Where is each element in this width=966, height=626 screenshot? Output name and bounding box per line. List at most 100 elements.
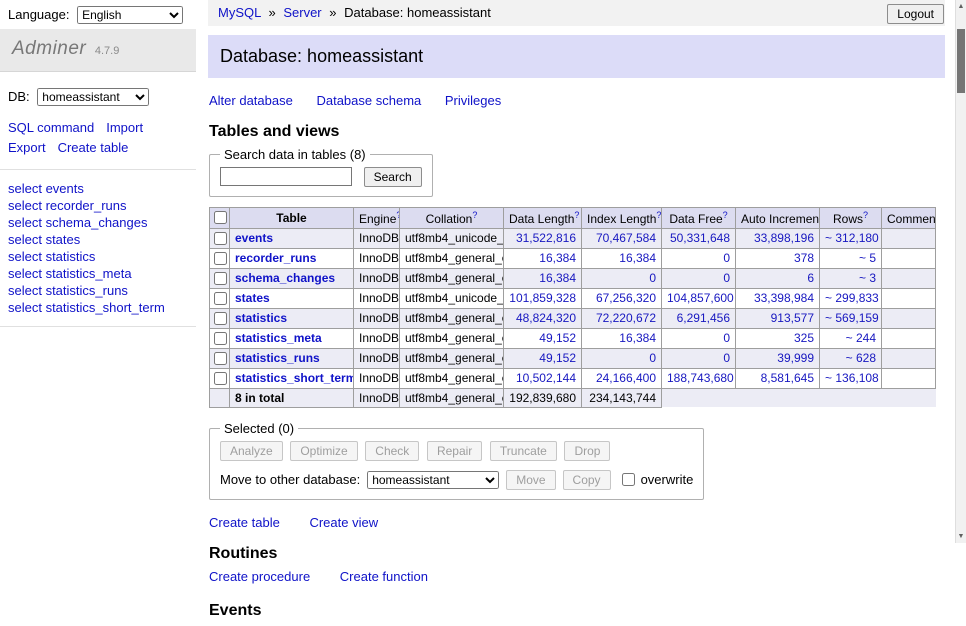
sidebar-item-statistics-short-term[interactable]: select statistics_short_term [8,299,188,316]
privileges-link[interactable]: Privileges [445,93,501,108]
comment-cell [882,308,936,328]
sidebar-item-statistics-runs[interactable]: select statistics_runs [8,282,188,299]
overwrite-checkbox[interactable] [622,473,635,486]
breadcrumb-mysql-link[interactable]: MySQL [218,5,261,20]
import-link[interactable]: Import [106,120,143,135]
table-link[interactable]: statistics_meta [235,331,322,345]
table-row: recorder_runs InnoDB utf8mb4_general_ci … [210,248,936,268]
routine-links: Create procedure Create function [209,569,945,584]
overwrite-label[interactable]: overwrite [618,470,694,489]
db-select[interactable]: homeassistant [37,88,149,106]
scroll-down-arrow[interactable]: ▼ [956,530,966,543]
create-table-link-side[interactable]: Create table [58,140,129,155]
table-link[interactable]: statistics [235,311,287,325]
auto-increment-cell: 325 [736,328,820,348]
language-select[interactable]: English [77,6,183,24]
data-length-cell: 48,824,320 [504,308,582,328]
app-logo: Adminer [12,38,86,59]
table-link[interactable]: statistics_runs [235,351,320,365]
create-view-link[interactable]: Create view [309,515,378,530]
breadcrumb-current: Database: homeassistant [344,5,491,20]
row-checkbox[interactable] [214,312,227,325]
table-row: states InnoDB utf8mb4_unicode_ci 101,859… [210,288,936,308]
row-checkbox[interactable] [214,352,227,365]
repair-button[interactable]: Repair [427,441,482,461]
engine-cell: InnoDB [354,328,400,348]
sidebar-item-events[interactable]: select events [8,180,188,197]
auto-increment-cell: 378 [736,248,820,268]
page: Language: English Adminer 4.7.9 DB: home… [0,0,955,626]
breadcrumb-server-link[interactable]: Server [283,5,321,20]
search-button[interactable]: Search [364,167,422,187]
collation-cell: utf8mb4_unicode_ci [400,228,504,248]
logout-button[interactable]: Logout [887,4,944,24]
engine-cell: InnoDB [354,308,400,328]
db-selector-row: DB: homeassistant [8,88,188,106]
row-checkbox[interactable] [214,332,227,345]
sidebar-item-statistics-meta[interactable]: select statistics_meta [8,265,188,282]
vertical-scrollbar[interactable]: ▲ ▼ [955,0,966,543]
row-checkbox[interactable] [214,252,227,265]
doc-link[interactable]: ? [574,210,579,220]
comment-cell [882,348,936,368]
auto-increment-cell: 39,999 [736,348,820,368]
row-checkbox[interactable] [214,372,227,385]
create-function-link[interactable]: Create function [340,569,428,584]
database-schema-link[interactable]: Database schema [316,93,421,108]
sidebar-divider-bottom [0,326,196,327]
table-link[interactable]: schema_changes [235,271,335,285]
col-header-collation: Collation? [400,207,504,228]
select-all-checkbox[interactable] [214,211,227,224]
table-link[interactable]: recorder_runs [235,251,316,265]
copy-button[interactable]: Copy [563,470,611,490]
engine-cell: InnoDB [354,348,400,368]
collation-cell: utf8mb4_general_ci [400,268,504,288]
alter-database-link[interactable]: Alter database [209,93,293,108]
table-link[interactable]: states [235,291,270,305]
row-checkbox[interactable] [214,232,227,245]
tables-heading: Tables and views [209,123,945,141]
total-index-length: 234,143,744 [582,388,662,407]
scrollbar-thumb[interactable] [957,29,965,93]
check-button[interactable]: Check [365,441,419,461]
row-checkbox[interactable] [214,292,227,305]
data-length-cell: 31,522,816 [504,228,582,248]
scroll-up-arrow[interactable]: ▲ [956,0,966,13]
comment-cell [882,248,936,268]
move-button[interactable]: Move [506,470,555,490]
rows-cell: ~ 628 [820,348,882,368]
create-table-link[interactable]: Create table [209,515,280,530]
collation-cell: utf8mb4_general_ci [400,308,504,328]
analyze-button[interactable]: Analyze [220,441,283,461]
index-length-cell: 0 [582,348,662,368]
engine-cell: InnoDB [354,268,400,288]
sidebar-item-states[interactable]: select states [8,231,188,248]
table-row: schema_changes InnoDB utf8mb4_general_ci… [210,268,936,288]
export-link[interactable]: Export [8,140,46,155]
sidebar-item-statistics[interactable]: select statistics [8,248,188,265]
row-checkbox[interactable] [214,272,227,285]
sidebar-item-schema-changes[interactable]: select schema_changes [8,214,188,231]
sql-command-link[interactable]: SQL command [8,120,94,135]
data-free-cell: 0 [662,348,736,368]
truncate-button[interactable]: Truncate [490,441,557,461]
move-db-select[interactable]: homeassistant [367,471,499,489]
engine-cell: InnoDB [354,248,400,268]
doc-link[interactable]: ? [863,210,868,220]
optimize-button[interactable]: Optimize [290,441,357,461]
sidebar-item-recorder-runs[interactable]: select recorder_runs [8,197,188,214]
index-length-cell: 72,220,672 [582,308,662,328]
table-link[interactable]: statistics_short_term [235,371,354,385]
total-label: 8 in total [230,388,354,407]
rows-cell: ~ 244 [820,328,882,348]
rows-cell: ~ 3 [820,268,882,288]
create-procedure-link[interactable]: Create procedure [209,569,310,584]
engine-cell: InnoDB [354,288,400,308]
doc-link[interactable]: ? [472,210,477,220]
doc-link[interactable]: ? [656,210,661,220]
drop-button[interactable]: Drop [564,441,610,461]
index-length-cell: 70,467,584 [582,228,662,248]
search-input[interactable] [220,167,352,186]
table-link[interactable]: events [235,231,273,245]
doc-link[interactable]: ? [723,210,728,220]
